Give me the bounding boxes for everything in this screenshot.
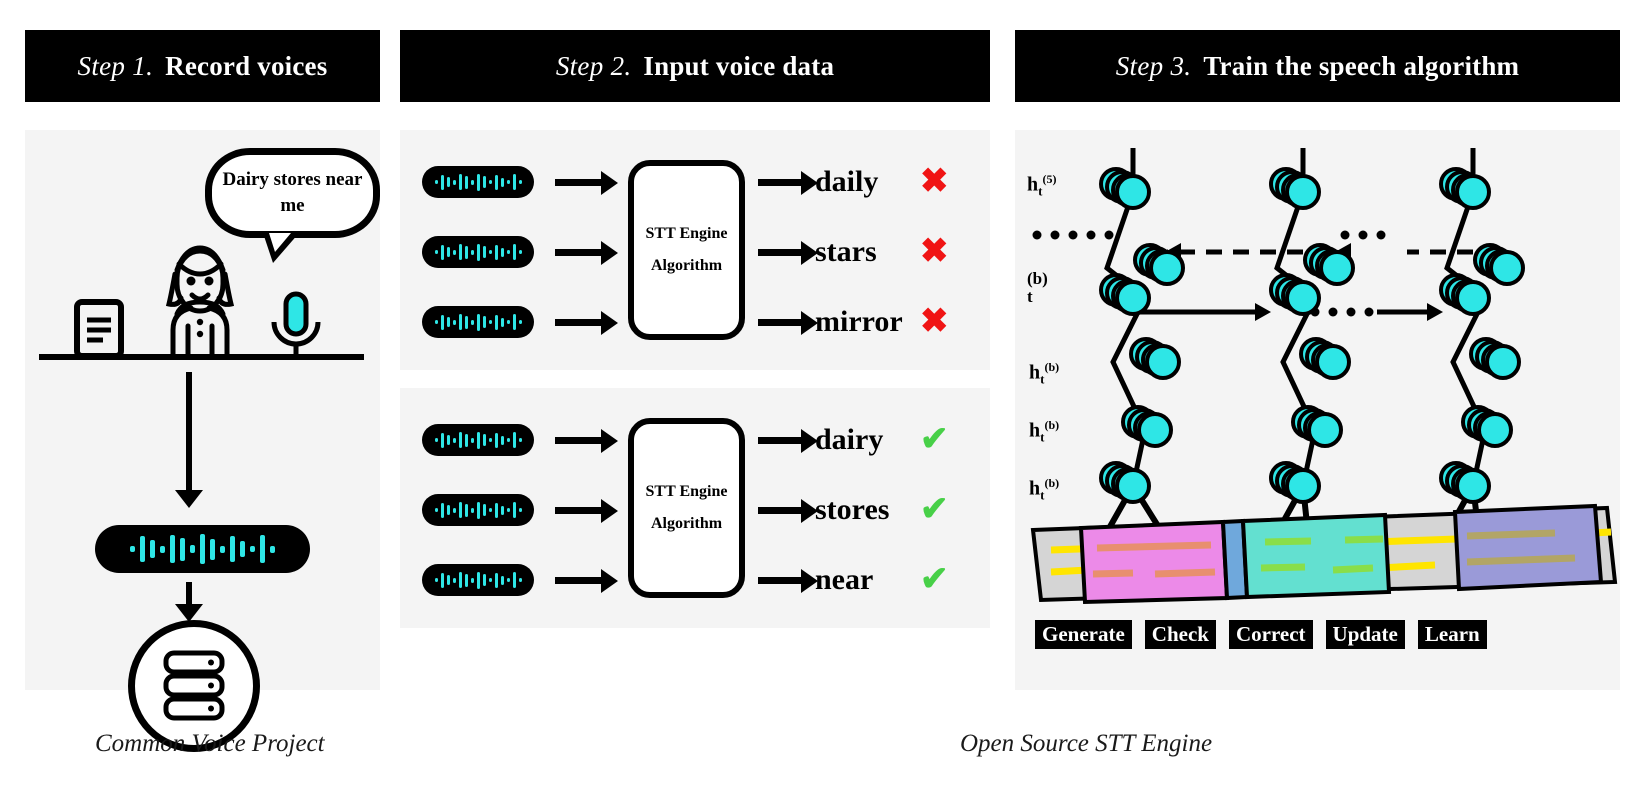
audio-waveform: [422, 236, 534, 268]
process-tag-list: Generate Check Correct Update Learn: [1035, 620, 1487, 649]
speech-bubble-tail: [263, 233, 299, 263]
correct-transcriptions-panel: STT Engine Algorithm dairy ✔ stores ✔ ne…: [400, 388, 990, 628]
column-step-1: Step 1. Record voices Dairy stores near …: [25, 30, 380, 757]
arrow-input: [555, 429, 618, 453]
speech-bubble: Dairy stores near me: [205, 148, 380, 238]
document-icon: [74, 299, 124, 359]
audio-waveform: [95, 525, 310, 573]
arrow-output: [758, 171, 818, 195]
window-magenta: [1078, 519, 1230, 605]
layer-label-hb-2: ht(b): [1029, 418, 1060, 445]
status-badge-incorrect: ✖: [920, 163, 949, 200]
arrow-input: [555, 311, 618, 335]
audio-waveform: [422, 424, 534, 456]
layer-label-hb-1: ht(b): [1029, 360, 1060, 387]
step-3-number: Step 3.: [1115, 50, 1192, 81]
incorrect-transcriptions-panel: STT Engine Algorithm daily ✖ stars ✖ mir…: [400, 130, 990, 370]
infographic-board: Step 1. Record voices Dairy stores near …: [0, 0, 1648, 805]
step-1-number: Step 1.: [77, 50, 154, 81]
arrow-output: [758, 311, 818, 335]
status-badge-correct: ✔: [920, 421, 949, 458]
step-3-panel: ht(5) (b) t ht(b) ht(b) ht(b) Generate Ch…: [1015, 130, 1620, 690]
status-badge-correct: ✔: [920, 491, 949, 528]
step-2-title: Input voice data: [643, 50, 835, 81]
step-1-panel: Dairy stores near me: [25, 130, 380, 752]
arrow-input: [555, 499, 618, 523]
step-1-caption: Common Voice Project: [95, 730, 325, 757]
transcription-row: near ✔: [400, 552, 990, 608]
process-tag-generate[interactable]: Generate: [1035, 620, 1132, 649]
transcription-word: mirror: [815, 305, 903, 338]
neural-network-diagram: [1030, 148, 1618, 605]
process-tag-check[interactable]: Check: [1144, 620, 1216, 649]
process-tag-correct[interactable]: Correct: [1228, 620, 1313, 649]
window-teal: [1240, 512, 1392, 600]
microphone-icon: [271, 291, 321, 360]
process-tag-update[interactable]: Update: [1325, 620, 1405, 649]
step-1-header: Step 1. Record voices: [25, 30, 380, 102]
transcription-row: stores ✔: [400, 482, 990, 538]
transcription-word: dairy: [815, 423, 884, 456]
transcription-row: dairy ✔: [400, 412, 990, 468]
column-step-2: Step 2. Input voice data STT Engine Algo…: [400, 30, 1212, 757]
arrow-output: [758, 499, 818, 523]
step-2-number: Step 2.: [555, 50, 632, 81]
transcription-row: stars ✖: [400, 224, 990, 280]
speech-bubble-text: Dairy stores near me: [222, 169, 363, 216]
column-step-3: Step 3. Train the speech algorithm ht(5)…: [1015, 30, 1620, 690]
arrow-output: [758, 569, 818, 593]
arrow-output: [758, 241, 818, 265]
status-badge-correct: ✔: [920, 561, 949, 598]
step-1-title: Record voices: [165, 50, 328, 81]
transcription-word: stars: [815, 235, 877, 268]
arrow-input: [555, 171, 618, 195]
transcription-row: mirror ✖: [400, 294, 990, 350]
audio-waveform: [422, 166, 534, 198]
layer-label-h5: ht(5): [1027, 172, 1057, 199]
arrow-waveform-to-database: [175, 582, 203, 622]
transcription-word: daily: [815, 165, 879, 198]
arrow-person-to-waveform: [175, 372, 203, 508]
status-badge-incorrect: ✖: [920, 303, 949, 340]
status-badge-incorrect: ✖: [920, 233, 949, 270]
arrow-input: [555, 241, 618, 265]
step-2-header: Step 2. Input voice data: [400, 30, 990, 102]
transcription-word: near: [815, 563, 874, 596]
layer-label-hb-3: ht(b): [1029, 476, 1060, 503]
step-3-header: Step 3. Train the speech algorithm: [1015, 30, 1620, 102]
step-3-title: Train the speech algorithm: [1203, 50, 1520, 81]
layer-label-b-t: (b) t: [1027, 269, 1048, 306]
arrow-output: [758, 429, 818, 453]
step-2-caption: Open Source STT Engine: [960, 730, 1213, 757]
person-illustration: [165, 245, 235, 360]
audio-waveform: [422, 494, 534, 526]
audio-waveform: [422, 306, 534, 338]
audio-waveform: [422, 564, 534, 596]
transcription-row: daily ✖: [400, 154, 990, 210]
transcription-word: stores: [815, 493, 890, 526]
arrow-input: [555, 569, 618, 593]
desk-line: [39, 354, 364, 360]
process-tag-learn[interactable]: Learn: [1417, 620, 1487, 649]
window-purple: [1452, 503, 1604, 592]
